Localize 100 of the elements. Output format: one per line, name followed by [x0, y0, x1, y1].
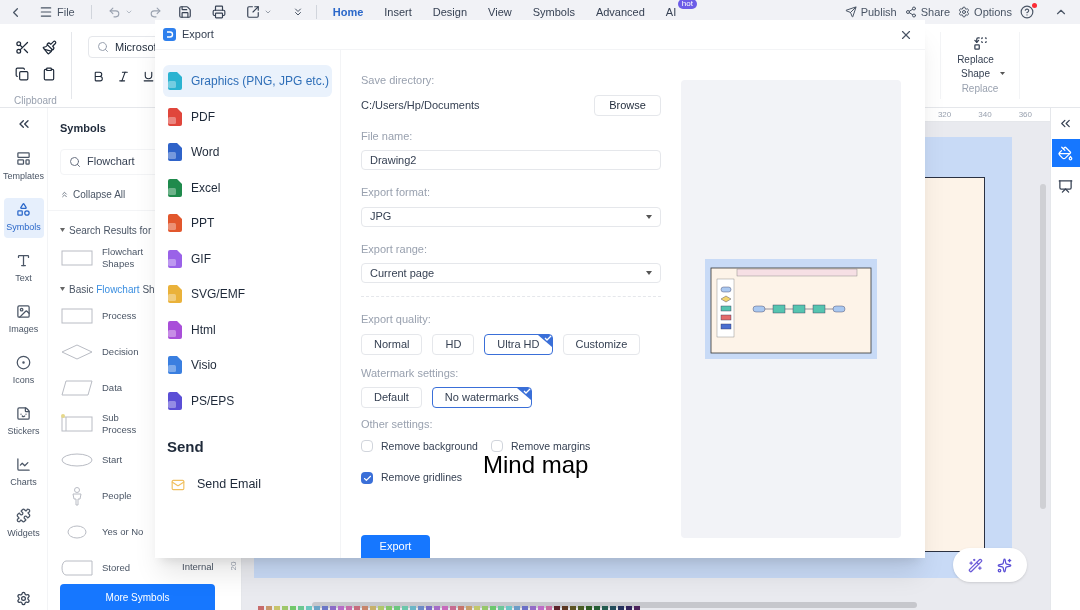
replace-icon [972, 36, 988, 51]
file-icon [167, 214, 183, 232]
brush-icon[interactable] [41, 40, 57, 55]
rail-item[interactable]: Widgets [3, 503, 44, 544]
toolbar-action[interactable]: Options [958, 3, 1012, 21]
rail-item[interactable]: Charts [3, 452, 44, 493]
ribbon-tab[interactable]: View [488, 3, 512, 21]
checkbox-option[interactable]: Remove margins [491, 438, 621, 455]
toolbar-action[interactable]: Publish [844, 3, 897, 21]
ruler-number: 20 [228, 561, 240, 571]
rail-item[interactable]: Symbols [3, 197, 44, 238]
ruler-number: 320 [937, 108, 952, 121]
rail-item[interactable]: Templates [3, 146, 44, 187]
format-item[interactable]: PS/EPS [163, 384, 332, 417]
search-icon [69, 155, 81, 168]
expand-caret-icon [60, 228, 65, 232]
option-button[interactable]: Ultra HD [484, 333, 553, 355]
templates-icon [16, 150, 31, 166]
vertical-scrollbar[interactable] [1040, 184, 1046, 509]
format-item[interactable]: Word [163, 136, 332, 168]
parallelogram-icon [60, 377, 94, 398]
format-item[interactable]: Html [163, 313, 332, 346]
copy-icon[interactable] [14, 67, 29, 81]
file-icon [167, 178, 183, 197]
browse-button[interactable]: Browse [594, 94, 661, 116]
format-item[interactable]: SVG/EMF [163, 278, 332, 310]
format-item[interactable]: GIF [163, 242, 332, 275]
rail-item[interactable]: Icons [3, 350, 44, 391]
help-icon[interactable] [1020, 5, 1034, 19]
file-icon [167, 391, 183, 410]
export-button[interactable]: Export [361, 535, 430, 558]
format-item[interactable]: Graphics (PNG, JPG etc.) [163, 65, 332, 97]
export-icon[interactable] [245, 5, 260, 19]
directory-path: C:/Users/Hp/Documents [361, 97, 480, 113]
save-icon[interactable] [177, 5, 192, 19]
format-item[interactable]: Excel [163, 171, 332, 204]
replace-shape-button[interactable]: Replace Shape [945, 36, 1015, 81]
bold-icon[interactable] [92, 70, 105, 83]
format-item[interactable]: PDF [163, 100, 332, 133]
field-label: Save directory: [361, 73, 436, 88]
shape-label: People [102, 489, 133, 502]
ribbon-tab[interactable]: Home [332, 3, 364, 21]
option-button[interactable]: Normal [361, 333, 423, 355]
app-logo-icon [163, 28, 176, 41]
rectangle-icon [60, 247, 94, 268]
color-palette[interactable] [258, 606, 640, 610]
italic-icon[interactable] [117, 70, 130, 83]
range-dropdown[interactable]: Current page [361, 263, 661, 283]
person-icon [72, 485, 82, 506]
oval-icon [67, 524, 87, 539]
file-icon [167, 143, 183, 161]
mail-icon [171, 477, 185, 492]
magic-wand-icon[interactable] [968, 557, 983, 573]
checkbox[interactable] [361, 472, 373, 485]
more-symbols-button[interactable]: More Symbols [60, 584, 215, 610]
ribbon-tab[interactable]: Advanced [595, 3, 645, 21]
field-label: Watermark settings: [361, 365, 460, 381]
presentation-icon[interactable] [1058, 179, 1073, 194]
format-item[interactable]: PPT [163, 207, 332, 239]
ribbon-tab[interactable]: Design [432, 3, 468, 21]
rail-item[interactable]: Images [3, 299, 44, 340]
file-menu[interactable]: File [39, 3, 75, 21]
circle-icon [16, 354, 31, 370]
expand-caret-icon [60, 287, 65, 291]
print-icon[interactable] [211, 5, 226, 19]
file-icon [167, 72, 183, 90]
underline-icon[interactable] [142, 70, 155, 83]
shape-label: Internal [182, 560, 214, 575]
rail-item[interactable]: Stickers [3, 401, 44, 442]
send-email-item[interactable]: Send Email [163, 468, 332, 501]
ribbon-tab[interactable]: Symbols [532, 3, 575, 21]
option-button[interactable]: Default [361, 387, 422, 408]
sparkle-icon[interactable] [997, 557, 1012, 573]
shape-label: Stored [102, 561, 131, 574]
checkbox[interactable] [491, 440, 503, 453]
option-button[interactable]: Customize [562, 333, 641, 355]
panel-title: Symbols [60, 121, 106, 136]
rail-item[interactable]: Text [3, 248, 44, 289]
settings-icon[interactable] [16, 591, 31, 606]
section-heading: Send [167, 437, 205, 457]
menu-icon [39, 5, 53, 19]
cut-icon[interactable] [14, 40, 30, 55]
ribbon-tab[interactable]: Insert [384, 3, 412, 21]
rectangle-icon [60, 305, 94, 326]
file-name-field[interactable]: Drawing2 [361, 150, 661, 170]
search-icon [97, 41, 109, 53]
send-icon [844, 6, 857, 18]
ruler-number: 360 [1018, 108, 1032, 121]
toolbar-action[interactable]: Share [904, 3, 951, 21]
checkbox[interactable] [361, 440, 373, 453]
field-label: File name: [361, 128, 414, 144]
text-icon [16, 252, 31, 268]
shape-label: Sub Process [102, 411, 138, 436]
checkbox-option[interactable]: Remove background [361, 438, 491, 455]
format-dropdown[interactable]: JPG [361, 206, 661, 227]
option-button[interactable]: No watermarks [431, 387, 532, 408]
format-item[interactable]: Visio [163, 349, 332, 381]
paste-icon[interactable] [41, 67, 56, 81]
option-button[interactable]: HD [432, 333, 475, 355]
fill-tool-button[interactable] [1051, 139, 1080, 167]
